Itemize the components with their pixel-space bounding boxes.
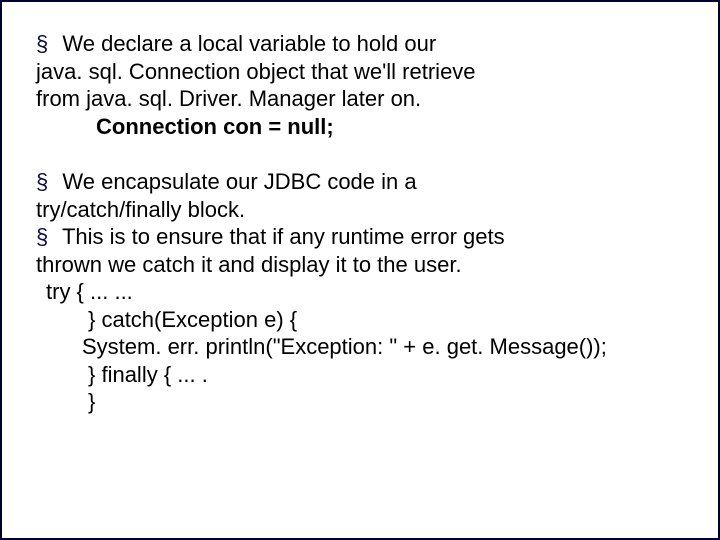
bullet-icon: § xyxy=(36,31,48,56)
paragraph-2: § We encapsulate our JDBC code in a try/… xyxy=(36,168,684,416)
slide: § We declare a local variable to hold ou… xyxy=(0,0,720,540)
bullet-icon: § xyxy=(36,169,48,194)
p1-line1: We declare a local variable to hold our xyxy=(62,31,436,56)
p1-line3: from java. sql. Driver. Manager later on… xyxy=(36,86,421,111)
p2-code4: } finally { ... . xyxy=(36,362,208,387)
p2-line3: This is to ensure that if any runtime er… xyxy=(62,224,505,249)
p2-code1: try { ... ... xyxy=(36,279,133,304)
p1-code: Connection con = null; xyxy=(36,114,334,139)
p1-line2: java. sql. Connection object that we'll … xyxy=(36,59,476,84)
bullet-icon: § xyxy=(36,224,48,249)
p2-line1: We encapsulate our JDBC code in a xyxy=(62,169,416,194)
p2-line2: try/catch/finally block. xyxy=(36,197,245,222)
p2-code5: } xyxy=(36,389,95,414)
p2-line4: thrown we catch it and display it to the… xyxy=(36,252,462,277)
paragraph-1: § We declare a local variable to hold ou… xyxy=(36,30,684,140)
p2-code3: System. err. println("Exception: " + e. … xyxy=(36,334,607,359)
p2-code2: } catch(Exception e) { xyxy=(36,307,297,332)
